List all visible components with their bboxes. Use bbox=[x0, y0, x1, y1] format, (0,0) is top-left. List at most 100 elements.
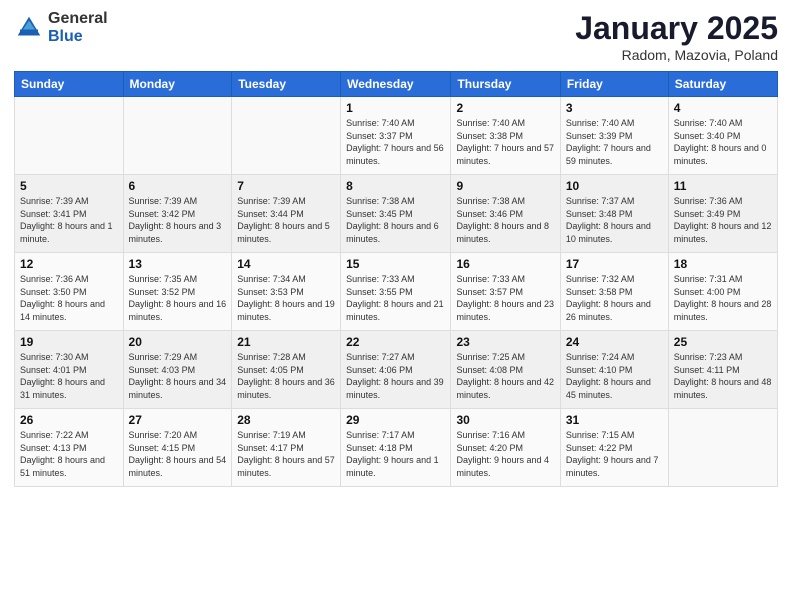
cell-w1-d5: 10 Sunrise: 7:37 AMSunset: 3:48 PMDayligh… bbox=[560, 175, 668, 253]
cell-w1-d2: 7 Sunrise: 7:39 AMSunset: 3:44 PMDaylight… bbox=[232, 175, 341, 253]
day-number: 5 bbox=[20, 179, 118, 193]
day-info: Sunrise: 7:37 AMSunset: 3:48 PMDaylight:… bbox=[566, 195, 663, 245]
cell-w4-d2: 28 Sunrise: 7:19 AMSunset: 4:17 PMDayligh… bbox=[232, 409, 341, 487]
header-monday: Monday bbox=[123, 72, 232, 97]
cell-w2-d2: 14Sunrise: 7:34 AMSunset: 3:53 PMDayligh… bbox=[232, 253, 341, 331]
day-number: 17 bbox=[566, 257, 663, 271]
logo-general-text: General bbox=[48, 10, 108, 28]
day-number: 25 bbox=[674, 335, 772, 349]
cell-w2-d1: 13 Sunrise: 7:35 AMSunset: 3:52 PMDayligh… bbox=[123, 253, 232, 331]
cell-w4-d5: 31 Sunrise: 7:15 AMSunset: 4:22 PMDayligh… bbox=[560, 409, 668, 487]
cell-w4-d1: 27 Sunrise: 7:20 AMSunset: 4:15 PMDayligh… bbox=[123, 409, 232, 487]
day-info: Sunrise: 7:39 AMSunset: 3:44 PMDaylight:… bbox=[237, 195, 335, 245]
cell-w2-d6: 18 Sunrise: 7:31 AMSunset: 4:00 PMDayligh… bbox=[668, 253, 777, 331]
cell-w1-d3: 8 Sunrise: 7:38 AMSunset: 3:45 PMDaylight… bbox=[341, 175, 451, 253]
header-wednesday: Wednesday bbox=[341, 72, 451, 97]
day-number: 29 bbox=[346, 413, 445, 427]
day-info: Sunrise: 7:29 AMSunset: 4:03 PMDaylight:… bbox=[129, 351, 227, 401]
day-number: 19 bbox=[20, 335, 118, 349]
month-title: January 2025 bbox=[575, 10, 778, 47]
cell-w4-d6 bbox=[668, 409, 777, 487]
day-number: 13 bbox=[129, 257, 227, 271]
day-number: 23 bbox=[456, 335, 554, 349]
day-info: Sunrise: 7:38 AMSunset: 3:46 PMDaylight:… bbox=[456, 195, 554, 245]
cell-w1-d0: 5Sunrise: 7:39 AMSunset: 3:41 PMDaylight… bbox=[15, 175, 124, 253]
day-info: Sunrise: 7:33 AMSunset: 3:57 PMDaylight:… bbox=[456, 273, 554, 323]
cell-w0-d3: 1Sunrise: 7:40 AMSunset: 3:37 PMDaylight… bbox=[341, 97, 451, 175]
day-info: Sunrise: 7:17 AMSunset: 4:18 PMDaylight:… bbox=[346, 429, 445, 479]
cell-w3-d1: 20Sunrise: 7:29 AMSunset: 4:03 PMDayligh… bbox=[123, 331, 232, 409]
day-info: Sunrise: 7:32 AMSunset: 3:58 PMDaylight:… bbox=[566, 273, 663, 323]
day-info: Sunrise: 7:24 AMSunset: 4:10 PMDaylight:… bbox=[566, 351, 663, 401]
week-row-0: 1Sunrise: 7:40 AMSunset: 3:37 PMDaylight… bbox=[15, 97, 778, 175]
day-number: 12 bbox=[20, 257, 118, 271]
day-info: Sunrise: 7:27 AMSunset: 4:06 PMDaylight:… bbox=[346, 351, 445, 401]
day-number: 6 bbox=[129, 179, 227, 193]
cell-w0-d0 bbox=[15, 97, 124, 175]
day-info: Sunrise: 7:39 AMSunset: 3:42 PMDaylight:… bbox=[129, 195, 227, 245]
day-info: Sunrise: 7:33 AMSunset: 3:55 PMDaylight:… bbox=[346, 273, 445, 323]
day-info: Sunrise: 7:36 AMSunset: 3:49 PMDaylight:… bbox=[674, 195, 772, 245]
day-number: 30 bbox=[456, 413, 554, 427]
day-number: 24 bbox=[566, 335, 663, 349]
day-info: Sunrise: 7:15 AMSunset: 4:22 PMDaylight:… bbox=[566, 429, 663, 479]
day-info: Sunrise: 7:19 AMSunset: 4:17 PMDaylight:… bbox=[237, 429, 335, 479]
header-friday: Friday bbox=[560, 72, 668, 97]
week-row-1: 5Sunrise: 7:39 AMSunset: 3:41 PMDaylight… bbox=[15, 175, 778, 253]
cell-w1-d1: 6 Sunrise: 7:39 AMSunset: 3:42 PMDaylight… bbox=[123, 175, 232, 253]
day-number: 3 bbox=[566, 101, 663, 115]
header-saturday: Saturday bbox=[668, 72, 777, 97]
day-info: Sunrise: 7:28 AMSunset: 4:05 PMDaylight:… bbox=[237, 351, 335, 401]
week-row-4: 26Sunrise: 7:22 AMSunset: 4:13 PMDayligh… bbox=[15, 409, 778, 487]
day-number: 18 bbox=[674, 257, 772, 271]
day-info: Sunrise: 7:25 AMSunset: 4:08 PMDaylight:… bbox=[456, 351, 554, 401]
calendar-table: Sunday Monday Tuesday Wednesday Thursday… bbox=[14, 71, 778, 487]
header-thursday: Thursday bbox=[451, 72, 560, 97]
logo-text: General Blue bbox=[48, 10, 108, 46]
day-info: Sunrise: 7:34 AMSunset: 3:53 PMDaylight:… bbox=[237, 273, 335, 323]
week-row-3: 19 Sunrise: 7:30 AMSunset: 4:01 PMDayligh… bbox=[15, 331, 778, 409]
day-number: 10 bbox=[566, 179, 663, 193]
day-info: Sunrise: 7:38 AMSunset: 3:45 PMDaylight:… bbox=[346, 195, 445, 245]
cell-w0-d1 bbox=[123, 97, 232, 175]
cell-w3-d3: 22 Sunrise: 7:27 AMSunset: 4:06 PMDayligh… bbox=[341, 331, 451, 409]
day-info: Sunrise: 7:40 AMSunset: 3:38 PMDaylight:… bbox=[456, 117, 554, 167]
day-info: Sunrise: 7:35 AMSunset: 3:52 PMDaylight:… bbox=[129, 273, 227, 323]
day-number: 8 bbox=[346, 179, 445, 193]
logo-icon bbox=[14, 13, 44, 43]
header: General Blue January 2025 Radom, Mazovia… bbox=[14, 10, 778, 63]
day-info: Sunrise: 7:22 AMSunset: 4:13 PMDaylight:… bbox=[20, 429, 118, 479]
day-number: 21 bbox=[237, 335, 335, 349]
cell-w3-d6: 25 Sunrise: 7:23 AMSunset: 4:11 PMDayligh… bbox=[668, 331, 777, 409]
cell-w0-d6: 4 Sunrise: 7:40 AMSunset: 3:40 PMDaylight… bbox=[668, 97, 777, 175]
cell-w2-d3: 15Sunrise: 7:33 AMSunset: 3:55 PMDayligh… bbox=[341, 253, 451, 331]
cell-w0-d5: 3Sunrise: 7:40 AMSunset: 3:39 PMDaylight… bbox=[560, 97, 668, 175]
cell-w2-d5: 17 Sunrise: 7:32 AMSunset: 3:58 PMDayligh… bbox=[560, 253, 668, 331]
day-number: 31 bbox=[566, 413, 663, 427]
title-block: January 2025 Radom, Mazovia, Poland bbox=[575, 10, 778, 63]
cell-w0-d4: 2Sunrise: 7:40 AMSunset: 3:38 PMDaylight… bbox=[451, 97, 560, 175]
day-number: 27 bbox=[129, 413, 227, 427]
day-number: 4 bbox=[674, 101, 772, 115]
day-info: Sunrise: 7:40 AMSunset: 3:40 PMDaylight:… bbox=[674, 117, 772, 167]
day-info: Sunrise: 7:20 AMSunset: 4:15 PMDaylight:… bbox=[129, 429, 227, 479]
header-tuesday: Tuesday bbox=[232, 72, 341, 97]
week-row-2: 12Sunrise: 7:36 AMSunset: 3:50 PMDayligh… bbox=[15, 253, 778, 331]
location-subtitle: Radom, Mazovia, Poland bbox=[575, 47, 778, 63]
day-number: 7 bbox=[237, 179, 335, 193]
cell-w4-d4: 30 Sunrise: 7:16 AMSunset: 4:20 PMDayligh… bbox=[451, 409, 560, 487]
weekday-header-row: Sunday Monday Tuesday Wednesday Thursday… bbox=[15, 72, 778, 97]
day-info: Sunrise: 7:31 AMSunset: 4:00 PMDaylight:… bbox=[674, 273, 772, 323]
day-number: 28 bbox=[237, 413, 335, 427]
cell-w3-d0: 19 Sunrise: 7:30 AMSunset: 4:01 PMDayligh… bbox=[15, 331, 124, 409]
day-info: Sunrise: 7:16 AMSunset: 4:20 PMDaylight:… bbox=[456, 429, 554, 479]
day-info: Sunrise: 7:23 AMSunset: 4:11 PMDaylight:… bbox=[674, 351, 772, 401]
cell-w2-d4: 16Sunrise: 7:33 AMSunset: 3:57 PMDayligh… bbox=[451, 253, 560, 331]
cell-w4-d0: 26Sunrise: 7:22 AMSunset: 4:13 PMDayligh… bbox=[15, 409, 124, 487]
logo-blue-text: Blue bbox=[48, 28, 108, 46]
day-number: 9 bbox=[456, 179, 554, 193]
cell-w3-d5: 24 Sunrise: 7:24 AMSunset: 4:10 PMDayligh… bbox=[560, 331, 668, 409]
day-number: 11 bbox=[674, 179, 772, 193]
day-info: Sunrise: 7:30 AMSunset: 4:01 PMDaylight:… bbox=[20, 351, 118, 401]
day-number: 22 bbox=[346, 335, 445, 349]
